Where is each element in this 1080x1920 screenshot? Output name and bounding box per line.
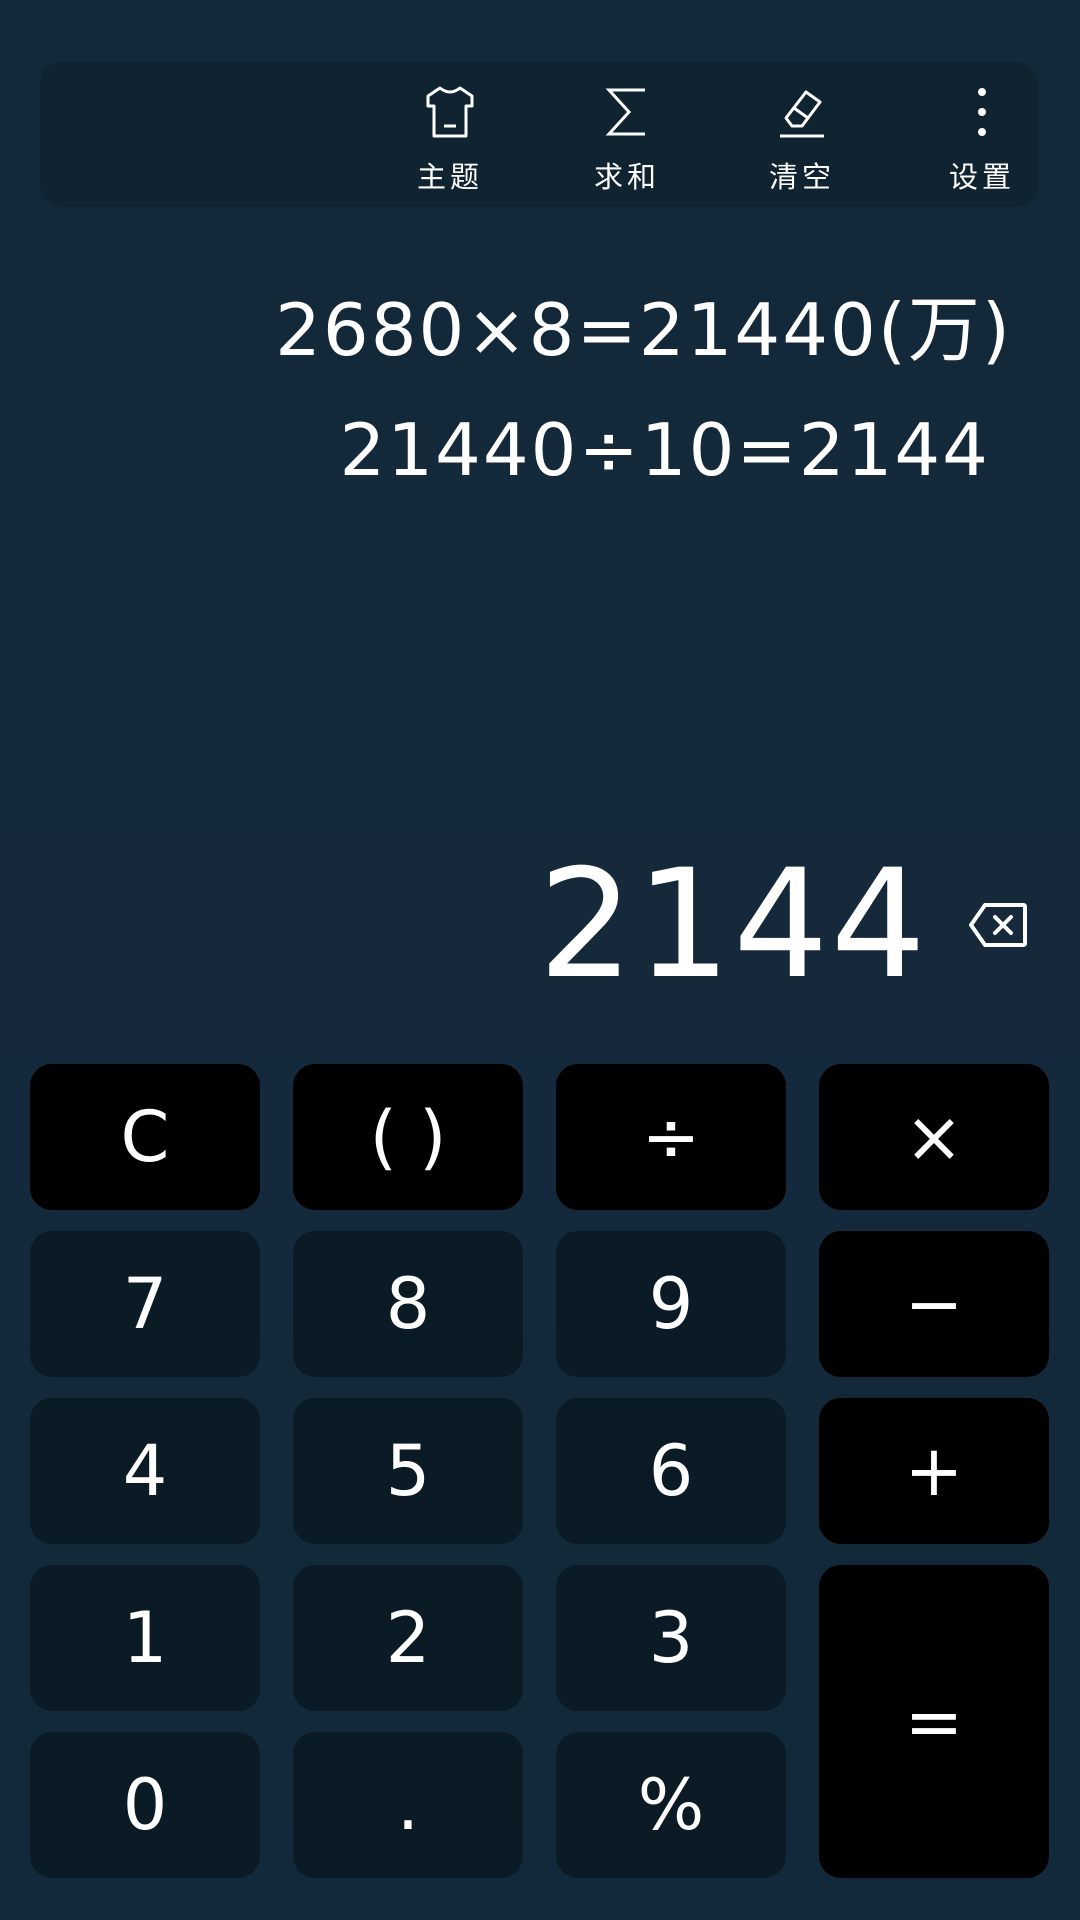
digit-4-key[interactable]: 4 (30, 1398, 260, 1544)
minus-key[interactable]: − (819, 1231, 1049, 1377)
settings-label: 设置 (948, 160, 1015, 194)
digit-3-key[interactable]: 3 (556, 1565, 786, 1711)
equals-key[interactable]: = (819, 1565, 1049, 1878)
decimal-point-key[interactable]: . (293, 1732, 523, 1878)
calculator-screen: 主题 求和 清空 设置 2680×8=21440(万) 21440÷10=214… (0, 0, 1080, 1920)
shirt-icon (418, 80, 482, 144)
theme-label: 主题 (416, 160, 483, 194)
keypad: C ( ) ÷ × 7 8 9 − 4 5 6 + 1 2 3 = 0 . % (30, 1064, 1050, 1879)
theme-button[interactable]: 主题 (390, 62, 510, 207)
sum-button[interactable]: 求和 (567, 62, 687, 207)
settings-button[interactable]: 设置 (922, 62, 1042, 207)
calculation-history: 2680×8=21440(万) 21440÷10=2144 (112, 270, 1012, 510)
digit-9-key[interactable]: 9 (556, 1231, 786, 1377)
percent-key[interactable]: % (556, 1732, 786, 1878)
clear-key[interactable]: C (30, 1064, 260, 1210)
clear-history-button[interactable]: 清空 (742, 62, 862, 207)
sigma-icon (595, 80, 659, 144)
eraser-icon (770, 80, 834, 144)
result-row: 2144 (538, 850, 1030, 1000)
result-display: 2144 (538, 838, 928, 1012)
parentheses-key[interactable]: ( ) (293, 1064, 523, 1210)
history-line: 2680×8=21440(万) (275, 288, 1012, 372)
history-line: 21440÷10=2144 (339, 408, 990, 492)
more-vertical-icon (950, 80, 1014, 144)
digit-5-key[interactable]: 5 (293, 1398, 523, 1544)
digit-1-key[interactable]: 1 (30, 1565, 260, 1711)
toolbar: 主题 求和 清空 设置 (40, 62, 1038, 207)
plus-key[interactable]: + (819, 1398, 1049, 1544)
digit-2-key[interactable]: 2 (293, 1565, 523, 1711)
clear-history-label: 清空 (768, 160, 835, 194)
backspace-icon[interactable] (966, 900, 1030, 950)
sum-label: 求和 (593, 160, 660, 194)
digit-0-key[interactable]: 0 (30, 1732, 260, 1878)
digit-7-key[interactable]: 7 (30, 1231, 260, 1377)
multiply-key[interactable]: × (819, 1064, 1049, 1210)
divide-key[interactable]: ÷ (556, 1064, 786, 1210)
digit-8-key[interactable]: 8 (293, 1231, 523, 1377)
digit-6-key[interactable]: 6 (556, 1398, 786, 1544)
